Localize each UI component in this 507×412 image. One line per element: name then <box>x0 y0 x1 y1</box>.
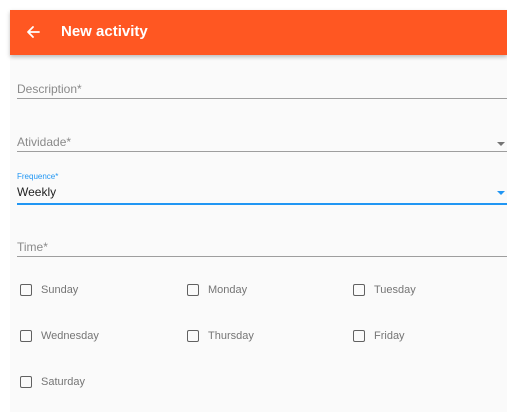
checkbox-label: Sunday <box>41 284 79 296</box>
checkbox-box[interactable] <box>20 284 32 296</box>
checkbox-label: Monday <box>208 284 248 296</box>
atividade-select[interactable]: Atividade* <box>17 128 507 154</box>
checkbox-wednesday[interactable]: Wednesday <box>20 326 99 346</box>
back-button[interactable] <box>22 21 44 43</box>
description-underline <box>17 98 507 99</box>
checkbox-label: Saturday <box>41 376 86 388</box>
atividade-placeholder: Atividade* <box>17 135 72 149</box>
description-placeholder: Description* <box>17 82 82 96</box>
arrow-left-icon <box>27 26 40 38</box>
app-frame: New activity Description* Atividade* Fre… <box>10 10 507 412</box>
checkbox-saturday[interactable]: Saturday <box>20 372 85 392</box>
chevron-down-icon <box>497 142 505 146</box>
atividade-underline <box>17 151 507 152</box>
app-bar: New activity <box>10 10 507 55</box>
page-title: New activity <box>61 23 148 40</box>
checkbox-box[interactable] <box>187 330 199 342</box>
frequence-value: Weekly <box>17 185 57 199</box>
checkbox-label: Wednesday <box>41 330 99 342</box>
checkbox-box[interactable] <box>353 330 365 342</box>
checkbox-box[interactable] <box>20 376 32 388</box>
description-field[interactable]: Description* <box>17 75 507 101</box>
checkbox-box[interactable] <box>353 284 365 296</box>
checkbox-sunday[interactable]: Sunday <box>20 280 78 300</box>
time-underline <box>17 256 507 257</box>
time-placeholder: Time* <box>17 240 48 254</box>
frequence-underline <box>17 203 507 205</box>
time-field[interactable]: Time* <box>17 233 507 259</box>
checkbox-label: Tuesday <box>374 284 416 296</box>
checkbox-thursday[interactable]: Thursday <box>187 326 254 346</box>
checkbox-box[interactable] <box>20 330 32 342</box>
checkbox-label: Friday <box>374 330 405 342</box>
checkbox-friday[interactable]: Friday <box>353 326 405 346</box>
checkbox-monday[interactable]: Monday <box>187 280 247 300</box>
chevron-down-icon <box>497 191 505 195</box>
checkbox-box[interactable] <box>187 284 199 296</box>
checkbox-label: Thursday <box>208 330 254 342</box>
frequence-select[interactable]: Frequence* Weekly <box>17 172 507 206</box>
checkbox-tuesday[interactable]: Tuesday <box>353 280 416 300</box>
frequence-label: Frequence* <box>17 172 59 181</box>
